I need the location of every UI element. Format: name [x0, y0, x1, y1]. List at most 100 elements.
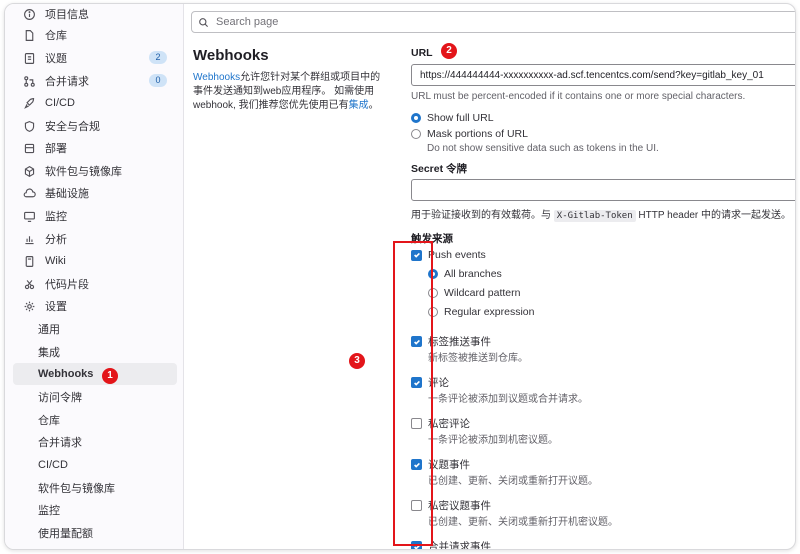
gear-icon [21, 298, 37, 314]
branch-option-regex[interactable]: Regular expression [428, 306, 534, 318]
sidebar-item-label: 基础设施 [45, 188, 89, 200]
package-icon [21, 163, 37, 179]
secret-help-pre: 用于验证接收到的有效载荷。与 [411, 210, 551, 221]
sidebar-item-label: 仓库 [45, 30, 67, 42]
sidebar-item-label: 部署 [45, 143, 67, 155]
book-icon [21, 253, 37, 269]
event-help: 已创建、更新、关闭或重新打开议题。 [428, 476, 598, 487]
settings-sub-access-tokens[interactable]: 访问令牌 [13, 386, 177, 408]
app-window: 项目信息 仓库 议题 2 合并请求 0 CI/CD 安全与合规 部署 软件包与镜… [4, 3, 796, 550]
sidebar-item-issues[interactable]: 议题 2 [13, 47, 177, 69]
settings-sub-merge-requests[interactable]: 合并请求 [13, 431, 177, 453]
event-label: 私密议题事件 [428, 500, 491, 512]
sidebar-item-repository[interactable]: 仓库 [13, 24, 177, 46]
sidebar-item-snippets[interactable]: 代码片段 [13, 273, 177, 295]
page-description: Webhooks允许您针对某个群组或项目中的事件发送通知到web应用程序。 如需… [193, 71, 387, 113]
integrations-link[interactable]: 集成 [349, 100, 369, 111]
settings-sub-general[interactable]: 通用 [13, 318, 177, 340]
show-full-url-option[interactable]: Show full URL [411, 112, 494, 124]
snippet-icon [21, 276, 37, 292]
sidebar-item-label: 分析 [45, 234, 67, 246]
sidebar-item-monitor[interactable]: 监控 [13, 205, 177, 227]
settings-sub-monitor[interactable]: 监控 [13, 499, 177, 521]
mask-url-radio[interactable] [411, 129, 421, 139]
sidebar-item-project-info[interactable]: 项目信息 [13, 4, 177, 25]
settings-sub-cicd[interactable]: CI/CD [13, 454, 177, 476]
sidebar-item-settings[interactable]: 设置 [13, 295, 177, 317]
info-icon [21, 6, 37, 22]
settings-sub-repository[interactable]: 仓库 [13, 409, 177, 431]
rocket-icon [21, 95, 37, 111]
branch-option-all[interactable]: All branches [428, 268, 502, 280]
annotation-marker-2: 2 [441, 43, 457, 59]
push-events-label: Push events [428, 249, 486, 261]
event-label: 合并请求事件 [428, 541, 491, 550]
sidebar-item-label: 安全与合规 [45, 121, 100, 133]
settings-sub-webhooks[interactable]: Webhooks [13, 363, 177, 385]
url-input[interactable]: https://444444444-xxxxxxxxxx-ad.scf.tenc… [411, 64, 795, 86]
merge-requests-count-badge: 0 [149, 74, 167, 87]
event-label: 标签推送事件 [428, 336, 491, 348]
annotation-highlight-box [393, 241, 433, 546]
sidebar-item-label: CI/CD [45, 97, 75, 109]
page-title: Webhooks [193, 47, 269, 64]
sidebar-item-wiki[interactable]: Wiki [13, 250, 177, 272]
sidebar: 项目信息 仓库 议题 2 合并请求 0 CI/CD 安全与合规 部署 软件包与镜… [5, 4, 184, 549]
show-full-url-label: Show full URL [427, 112, 494, 124]
monitor-icon [21, 208, 37, 224]
settings-sub-packages[interactable]: 软件包与镜像库 [13, 477, 177, 499]
cloud-icon [21, 185, 37, 201]
settings-sub-integrations[interactable]: 集成 [13, 341, 177, 363]
secret-token-input[interactable] [411, 179, 795, 201]
sidebar-item-label: 合并请求 [45, 76, 89, 88]
search-icon [198, 17, 212, 28]
merge-request-icon [21, 73, 37, 89]
sidebar-item-merge-requests[interactable]: 合并请求 0 [13, 70, 177, 92]
mask-url-help: Do not show sensitive data such as token… [427, 143, 659, 154]
sidebar-item-deploy[interactable]: 部署 [13, 137, 177, 159]
branch-option-label: Wildcard pattern [444, 287, 521, 299]
annotation-marker-3: 3 [349, 353, 365, 369]
shield-icon [21, 118, 37, 134]
search-placeholder: Search page [216, 16, 279, 28]
sidebar-item-packages[interactable]: 软件包与镜像库 [13, 160, 177, 182]
file-icon [21, 27, 37, 43]
webhooks-doc-link[interactable]: Webhooks [193, 72, 240, 83]
secret-token-help: 用于验证接收到的有效载荷。与 X-Gitlab-Token HTTP heade… [411, 206, 792, 222]
event-label: 私密评论 [428, 418, 470, 430]
mask-url-label: Mask portions of URL [427, 128, 528, 140]
sidebar-item-label: 设置 [45, 301, 67, 313]
sidebar-item-infrastructure[interactable]: 基础设施 [13, 182, 177, 204]
settings-sub-usage-quotas[interactable]: 使用量配额 [13, 522, 177, 544]
issues-count-badge: 2 [149, 51, 167, 64]
branch-option-wildcard[interactable]: Wildcard pattern [428, 287, 520, 299]
secret-help-code: X-Gitlab-Token [553, 210, 636, 222]
deploy-icon [21, 140, 37, 156]
sidebar-item-label: 项目信息 [45, 9, 89, 21]
mask-url-option[interactable]: Mask portions of URL [411, 128, 528, 140]
event-help: 新标签被推送到仓库。 [428, 353, 528, 364]
branch-option-label: All branches [444, 268, 502, 280]
sidebar-item-label: 软件包与镜像库 [45, 166, 122, 178]
sidebar-item-label: 监控 [45, 211, 67, 223]
description-end: 。 [368, 100, 379, 111]
chart-icon [21, 231, 37, 247]
sidebar-item-cicd[interactable]: CI/CD [13, 92, 177, 114]
event-help: 一条评论被添加到议题或合并请求。 [428, 394, 588, 405]
event-help: 已创建、更新、关闭或重新打开机密议题。 [428, 517, 618, 528]
url-help: URL must be percent-encoded if it contai… [411, 91, 746, 102]
show-full-url-radio[interactable] [411, 113, 421, 123]
event-label: 议题事件 [428, 459, 470, 471]
secret-token-label: Secret 令牌 [411, 163, 468, 175]
sidebar-item-security[interactable]: 安全与合规 [13, 115, 177, 137]
sidebar-item-analytics[interactable]: 分析 [13, 228, 177, 250]
url-label: URL [411, 47, 433, 59]
issues-icon [21, 50, 37, 66]
branch-option-label: Regular expression [444, 306, 535, 318]
search-box[interactable]: Search page [191, 11, 795, 33]
secret-help-post: HTTP header 中的请求一起发送。 [638, 210, 792, 221]
sidebar-item-label: 议题 [45, 53, 67, 65]
sidebar-item-label: 代码片段 [45, 279, 89, 291]
sidebar-item-label: Wiki [45, 255, 66, 267]
annotation-marker-1: 1 [102, 368, 118, 384]
